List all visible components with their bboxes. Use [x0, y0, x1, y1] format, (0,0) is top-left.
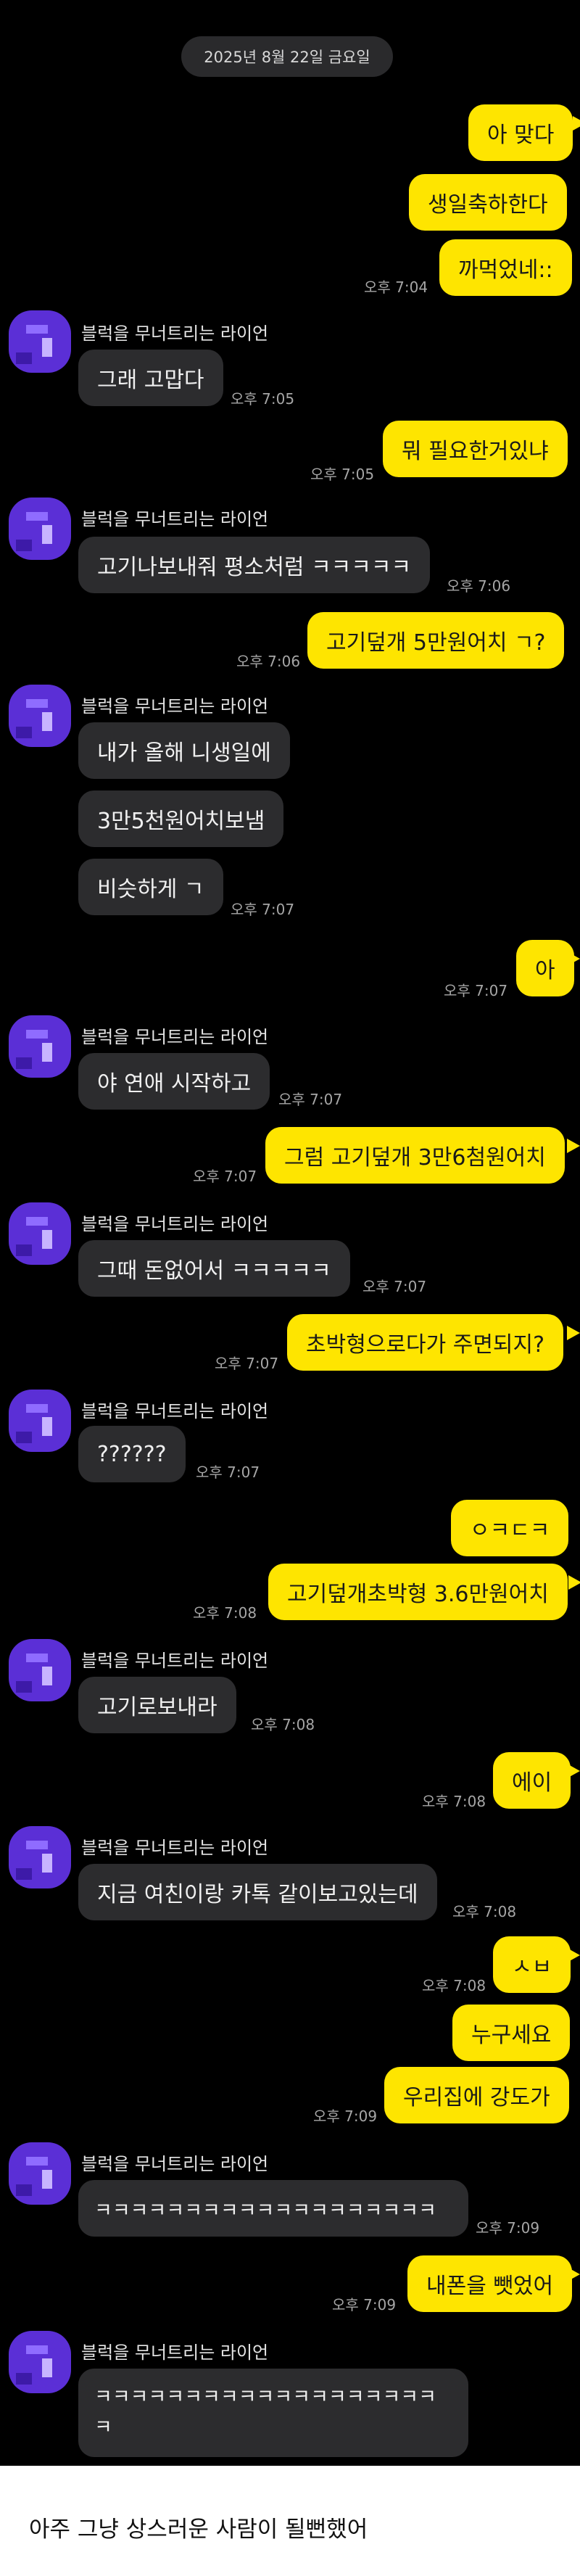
- avatar[interactable]: [9, 498, 71, 560]
- sender-name: 블럭을 무너트리는 라이언: [81, 1651, 269, 1671]
- message-time: 오후 7:07: [278, 1091, 343, 1108]
- bubble-tail: [567, 1948, 580, 1962]
- chat-screen[interactable]: 2025년 8월 22일 금요일 아 맞다 생일축하한다 까먹었네:: 오후 7…: [0, 0, 580, 2466]
- message-bubble-mine[interactable]: 아 맞다: [468, 104, 573, 161]
- sender-name: 블럭을 무너트리는 라이언: [81, 696, 269, 717]
- message-bubble-theirs[interactable]: ??????: [78, 1426, 186, 1482]
- message-time: 오후 7:05: [231, 390, 295, 408]
- caption-text: 아주 그냥 상스러운 사람이 될뻔했어: [29, 2517, 368, 2543]
- message-time: 오후 7:07: [231, 901, 295, 918]
- message-time: 오후 7:08: [193, 1604, 257, 1622]
- message-time: 오후 7:09: [332, 2296, 397, 2313]
- bubble-tail: [567, 1326, 580, 1340]
- avatar[interactable]: [9, 1390, 71, 1452]
- avatar[interactable]: [9, 685, 71, 747]
- message-time: 오후 7:09: [313, 2108, 378, 2125]
- bubble-tail: [568, 1575, 580, 1590]
- message-bubble-mine[interactable]: 초박형으로다가 주면되지?: [287, 1314, 564, 1371]
- date-divider: 2025년 8월 22일 금요일: [181, 36, 393, 77]
- message-time: 오후 7:05: [310, 466, 375, 483]
- message-line: ㅋ: [94, 2416, 112, 2439]
- message-time: 오후 7:04: [364, 278, 428, 296]
- message-bubble-theirs[interactable]: ㅋㅋㅋㅋㅋㅋㅋㅋㅋㅋㅋㅋㅋㅋㅋㅋㅋㅋㅋ ㅋ: [78, 2369, 468, 2457]
- message-bubble-mine[interactable]: 에이: [493, 1752, 571, 1809]
- bubble-tail: [567, 1764, 580, 1778]
- message-time: 오후 7:08: [251, 1716, 315, 1733]
- message-bubble-mine[interactable]: 고기덮개 5만원어치 ㄱ?: [307, 612, 565, 669]
- sender-name: 블럭을 무너트리는 라이언: [81, 1401, 269, 1421]
- bubble-tail: [573, 116, 580, 131]
- sender-name: 블럭을 무너트리는 라이언: [81, 509, 269, 529]
- message-bubble-theirs[interactable]: ㅋㅋㅋㅋㅋㅋㅋㅋㅋㅋㅋㅋㅋㅋㅋㅋㅋㅋㅋ: [78, 2180, 468, 2237]
- message-bubble-theirs[interactable]: 3만5천원어치보냄: [78, 790, 284, 847]
- caption-area: 아주 그냥 상스러운 사람이 될뻔했어: [0, 2466, 580, 2576]
- message-time: 오후 7:08: [422, 1977, 486, 1994]
- message-bubble-theirs[interactable]: 비슷하게 ㄱ: [78, 859, 223, 915]
- message-line: ㅋㅋㅋㅋㅋㅋㅋㅋㅋㅋㅋㅋㅋㅋㅋㅋㅋㅋㅋ: [94, 2386, 436, 2408]
- message-time: 오후 7:07: [362, 1278, 427, 1295]
- message-bubble-mine[interactable]: 까먹었네::: [439, 239, 572, 296]
- sender-name: 블럭을 무너트리는 라이언: [81, 1214, 269, 1234]
- avatar[interactable]: [9, 1639, 71, 1701]
- message-time: 오후 7:09: [476, 2219, 540, 2237]
- message-bubble-mine[interactable]: 뭐 필요한거있냐: [383, 421, 568, 477]
- message-bubble-mine[interactable]: 그럼 고기덮개 3만6첨원어치: [265, 1127, 565, 1184]
- avatar[interactable]: [9, 2142, 71, 2205]
- message-time: 오후 7:06: [236, 653, 301, 670]
- message-bubble-mine[interactable]: 아: [516, 940, 574, 996]
- message-time: 오후 7:07: [444, 982, 508, 999]
- avatar[interactable]: [9, 310, 71, 373]
- sender-name: 블럭을 무너트리는 라이언: [81, 1838, 269, 1858]
- message-bubble-theirs[interactable]: 지금 여친이랑 카톡 같이보고있는데: [78, 1864, 437, 1920]
- avatar[interactable]: [9, 1015, 71, 1078]
- message-bubble-mine[interactable]: ㅇㅋㄷㅋ: [451, 1500, 569, 1556]
- message-time: 오후 7:06: [447, 577, 511, 595]
- message-bubble-theirs[interactable]: 그때 돈없어서 ㅋㅋㅋㅋㅋ: [78, 1240, 350, 1297]
- message-bubble-mine[interactable]: 내폰을 뺏었어: [407, 2255, 573, 2312]
- message-bubble-theirs[interactable]: 그래 고맙다: [78, 350, 223, 406]
- message-time: 오후 7:07: [215, 1355, 279, 1372]
- sender-name: 블럭을 무너트리는 라이언: [81, 323, 269, 344]
- sender-name: 블럭을 무너트리는 라이언: [81, 1027, 269, 1047]
- message-bubble-theirs[interactable]: 내가 올해 니생일에: [78, 722, 290, 779]
- message-bubble-mine[interactable]: 우리집에 강도가: [384, 2067, 569, 2123]
- message-bubble-theirs[interactable]: 야 연애 시작하고: [78, 1053, 270, 1110]
- message-bubble-mine[interactable]: 누구세요: [452, 2005, 571, 2061]
- message-time: 오후 7:08: [452, 1903, 517, 1920]
- sender-name: 블럭을 무너트리는 라이언: [81, 2342, 269, 2363]
- message-bubble-theirs[interactable]: 고기로보내라: [78, 1677, 236, 1733]
- message-time: 오후 7:07: [196, 1464, 260, 1481]
- avatar[interactable]: [9, 1202, 71, 1265]
- bubble-tail: [567, 951, 580, 966]
- message-bubble-mine[interactable]: 고기덮개초박형 3.6만원어치: [268, 1564, 568, 1620]
- avatar[interactable]: [9, 2331, 71, 2393]
- bubble-tail: [567, 2267, 580, 2282]
- sender-name: 블럭을 무너트리는 라이언: [81, 2154, 269, 2174]
- message-time: 오후 7:08: [422, 1793, 486, 1810]
- message-bubble-mine[interactable]: 생일축하한다: [409, 174, 567, 231]
- message-bubble-mine[interactable]: ㅅㅂ: [493, 1936, 571, 1993]
- message-time: 오후 7:07: [193, 1168, 257, 1185]
- bubble-tail: [567, 1139, 580, 1153]
- message-bubble-theirs[interactable]: 고기나보내줘 평소처럼 ㅋㅋㅋㅋㅋ: [78, 537, 431, 593]
- avatar[interactable]: [9, 1826, 71, 1888]
